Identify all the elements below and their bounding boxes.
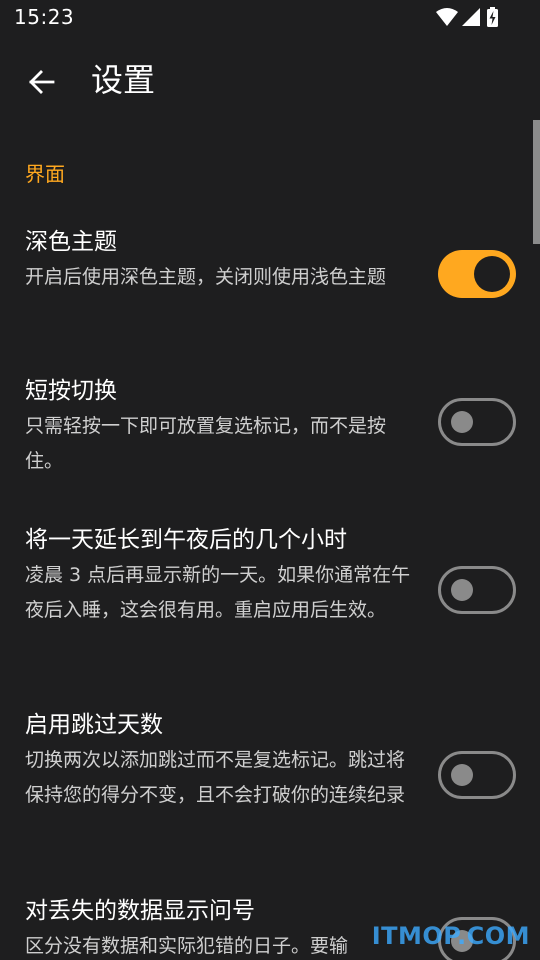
settings-screen: 15:23 设置 界面 深色主题 开启后使用深色主题，关闭则使用浅色主题 短按切…	[0, 0, 540, 960]
section-header: 界面	[25, 162, 65, 186]
toggle-knob	[451, 579, 473, 601]
setting-description: 凌晨 3 点后再显示新的一天。如果你通常在午夜后入睡，这会很有用。重启应用后生效…	[25, 564, 411, 621]
setting-dark-theme[interactable]: 深色主题 开启后使用深色主题，关闭则使用浅色主题	[0, 226, 540, 336]
setting-skip-days[interactable]: 启用跳过天数 切换两次以添加跳过而不是复选标记。跳过将保持您的得分不变，且不会打…	[0, 709, 540, 849]
setting-title: 短按切换	[25, 378, 117, 404]
setting-title: 深色主题	[25, 229, 117, 255]
toggle-knob	[451, 411, 473, 433]
toggle-knob	[474, 256, 510, 292]
back-button[interactable]	[22, 62, 62, 102]
skip-days-toggle[interactable]	[438, 751, 516, 799]
setting-extend-day[interactable]: 将一天延长到午夜后的几个小时 凌晨 3 点后再显示新的一天。如果你通常在午夜后入…	[0, 524, 540, 664]
setting-description: 区分没有数据和实际犯错的日子。要输	[25, 935, 349, 957]
setting-short-toggle[interactable]: 短按切换 只需轻按一下即可放置复选标记，而不是按住。	[0, 375, 540, 485]
app-bar: 设置	[0, 48, 540, 116]
status-time: 15:23	[14, 5, 75, 29]
setting-description: 开启后使用深色主题，关闭则使用浅色主题	[25, 266, 387, 288]
short-toggle-toggle[interactable]	[438, 398, 516, 446]
status-icons	[436, 6, 500, 28]
toggle-knob	[451, 764, 473, 786]
setting-title: 启用跳过天数	[25, 712, 163, 738]
page-title: 设置	[91, 61, 156, 99]
setting-description: 只需轻按一下即可放置复选标记，而不是按住。	[25, 415, 387, 472]
watermark: ITMOP.COM	[371, 922, 530, 950]
battery-charging-icon	[487, 7, 498, 27]
setting-title: 将一天延长到午夜后的几个小时	[25, 527, 347, 553]
setting-description: 切换两次以添加跳过而不是复选标记。跳过将保持您的得分不变，且不会打破你的连续纪录	[25, 749, 406, 806]
scrollbar[interactable]	[533, 120, 540, 244]
extend-day-toggle[interactable]	[438, 566, 516, 614]
arrow-left-icon	[29, 70, 55, 94]
signal-icon	[462, 8, 480, 26]
setting-title: 对丢失的数据显示问号	[25, 898, 255, 924]
wifi-icon	[436, 8, 458, 26]
status-bar: 15:23	[0, 0, 540, 36]
dark-theme-toggle[interactable]	[438, 250, 516, 298]
